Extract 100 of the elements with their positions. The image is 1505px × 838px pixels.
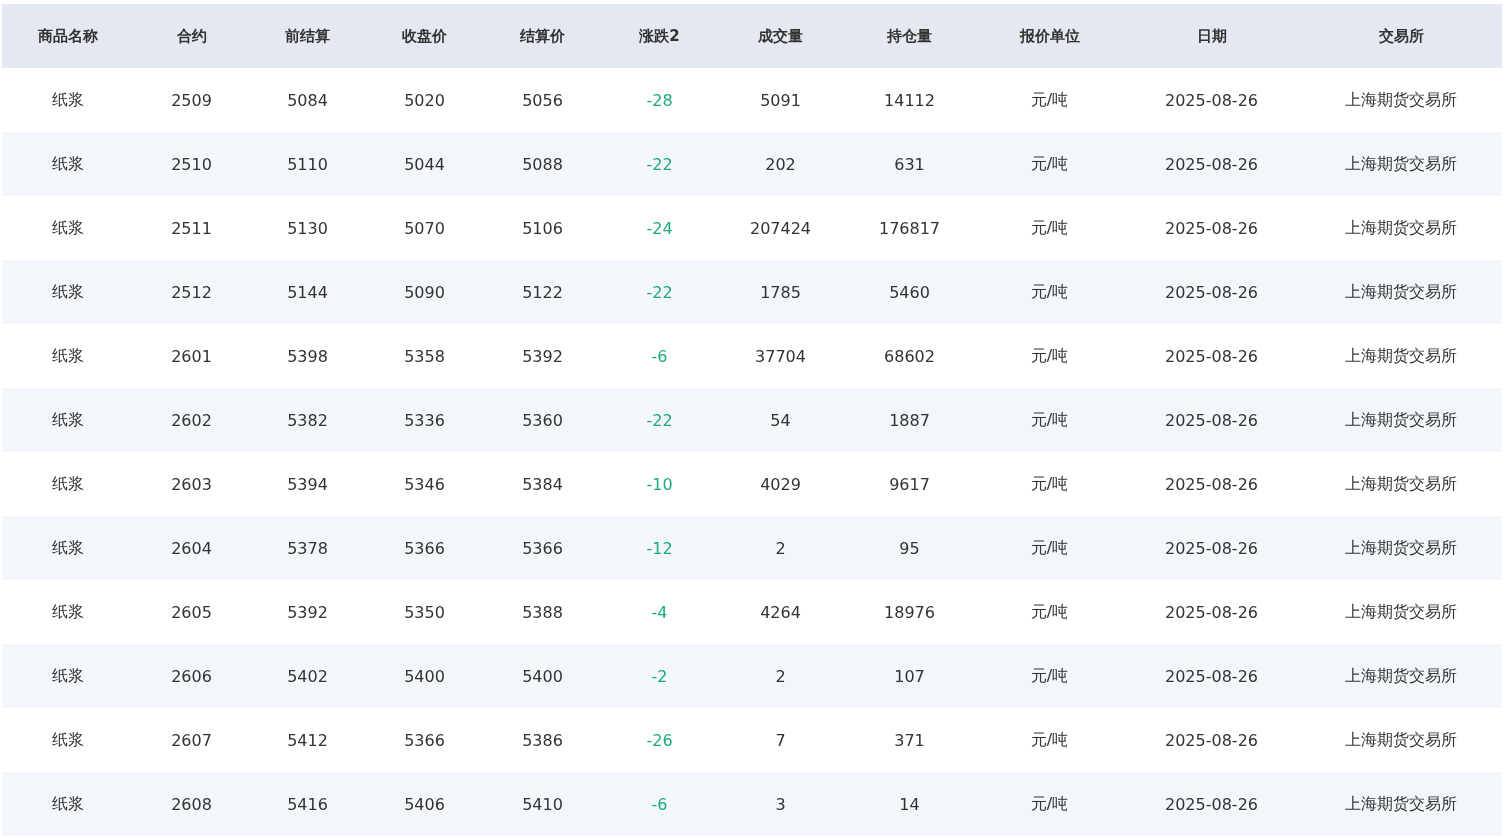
table-header-cell: 涨跌2 <box>601 4 718 68</box>
table-cell: 5350 <box>365 580 484 644</box>
table-cell: 5382 <box>250 388 365 452</box>
table-cell: 元/吨 <box>976 772 1123 836</box>
table-cell: 5144 <box>250 260 365 324</box>
table-cell: 元/吨 <box>976 580 1123 644</box>
table-cell: 5336 <box>365 388 484 452</box>
table-cell: 2025-08-26 <box>1123 708 1300 772</box>
table-cell: 5410 <box>484 772 601 836</box>
table-cell: 元/吨 <box>976 644 1123 708</box>
table-header-cell: 交易所 <box>1300 4 1502 68</box>
table-cell: 5088 <box>484 132 601 196</box>
table-cell: 5412 <box>250 708 365 772</box>
table-cell: 纸浆 <box>2 644 133 708</box>
table-cell: 2601 <box>133 324 250 388</box>
table-header-cell: 收盘价 <box>365 4 484 68</box>
table-cell: 5358 <box>365 324 484 388</box>
table-cell: 2025-08-26 <box>1123 644 1300 708</box>
table-cell: 2603 <box>133 452 250 516</box>
table-header-cell: 持仓量 <box>843 4 976 68</box>
table-cell: 5366 <box>484 516 601 580</box>
table-header-cell: 结算价 <box>484 4 601 68</box>
table-cell: -2 <box>601 644 718 708</box>
table-header-cell: 成交量 <box>718 4 843 68</box>
table-cell: 元/吨 <box>976 324 1123 388</box>
table-cell: 5056 <box>484 68 601 132</box>
table-cell: 1887 <box>843 388 976 452</box>
table-cell: 2025-08-26 <box>1123 388 1300 452</box>
table-cell: 纸浆 <box>2 580 133 644</box>
table-cell: -12 <box>601 516 718 580</box>
table-cell: -22 <box>601 260 718 324</box>
table-cell: -22 <box>601 388 718 452</box>
table-cell: 95 <box>843 516 976 580</box>
table-cell: 元/吨 <box>976 132 1123 196</box>
table-cell: 2509 <box>133 68 250 132</box>
table-cell: 3 <box>718 772 843 836</box>
table-cell: 7 <box>718 708 843 772</box>
table-cell: 2 <box>718 644 843 708</box>
table-cell: -28 <box>601 68 718 132</box>
table-cell: 2025-08-26 <box>1123 324 1300 388</box>
table-cell: 2512 <box>133 260 250 324</box>
table-cell: 37704 <box>718 324 843 388</box>
table-cell: 202 <box>718 132 843 196</box>
table-header-cell: 前结算 <box>250 4 365 68</box>
table-cell: 5360 <box>484 388 601 452</box>
table-cell: -4 <box>601 580 718 644</box>
table-cell: 2510 <box>133 132 250 196</box>
table-cell: -6 <box>601 772 718 836</box>
table-cell: 元/吨 <box>976 452 1123 516</box>
table-cell: 14112 <box>843 68 976 132</box>
table-cell: 元/吨 <box>976 388 1123 452</box>
table-cell: 68602 <box>843 324 976 388</box>
table-cell: 上海期货交易所 <box>1300 452 1502 516</box>
table-cell: 2602 <box>133 388 250 452</box>
table-cell: 纸浆 <box>2 132 133 196</box>
table-cell: 18976 <box>843 580 976 644</box>
table-cell: 5346 <box>365 452 484 516</box>
table-cell: 5044 <box>365 132 484 196</box>
table-cell: 元/吨 <box>976 708 1123 772</box>
table-cell: 2608 <box>133 772 250 836</box>
table-cell: 5091 <box>718 68 843 132</box>
table-cell: 2604 <box>133 516 250 580</box>
table-cell: 5416 <box>250 772 365 836</box>
table-cell: -10 <box>601 452 718 516</box>
table-cell: 2511 <box>133 196 250 260</box>
table-cell: 176817 <box>843 196 976 260</box>
table-cell: 631 <box>843 132 976 196</box>
table-cell: 5394 <box>250 452 365 516</box>
table-cell: 2025-08-26 <box>1123 580 1300 644</box>
table-cell: 2606 <box>133 644 250 708</box>
table-cell: -22 <box>601 132 718 196</box>
table-cell: 2025-08-26 <box>1123 68 1300 132</box>
table-cell: 上海期货交易所 <box>1300 260 1502 324</box>
table-cell: -24 <box>601 196 718 260</box>
table-cell: 5366 <box>365 708 484 772</box>
table-cell: 107 <box>843 644 976 708</box>
table-cell: 2607 <box>133 708 250 772</box>
table-cell: 上海期货交易所 <box>1300 324 1502 388</box>
table-cell: 2025-08-26 <box>1123 196 1300 260</box>
table-cell: 上海期货交易所 <box>1300 68 1502 132</box>
table-cell: 上海期货交易所 <box>1300 708 1502 772</box>
table-header-cell: 商品名称 <box>2 4 133 68</box>
table-header-cell: 报价单位 <box>976 4 1123 68</box>
table-cell: 上海期货交易所 <box>1300 580 1502 644</box>
table-cell: 4264 <box>718 580 843 644</box>
table-cell: 5366 <box>365 516 484 580</box>
table-cell: 5388 <box>484 580 601 644</box>
table-cell: 纸浆 <box>2 516 133 580</box>
table-cell: 纸浆 <box>2 68 133 132</box>
table-cell: 5122 <box>484 260 601 324</box>
table-cell: 纸浆 <box>2 260 133 324</box>
table-cell: 5378 <box>250 516 365 580</box>
table-cell: 5020 <box>365 68 484 132</box>
table-cell: 元/吨 <box>976 196 1123 260</box>
table-cell: 元/吨 <box>976 516 1123 580</box>
table-cell: 54 <box>718 388 843 452</box>
table-cell: 5402 <box>250 644 365 708</box>
table-cell: 上海期货交易所 <box>1300 132 1502 196</box>
table-cell: 上海期货交易所 <box>1300 196 1502 260</box>
table-cell: 2025-08-26 <box>1123 452 1300 516</box>
